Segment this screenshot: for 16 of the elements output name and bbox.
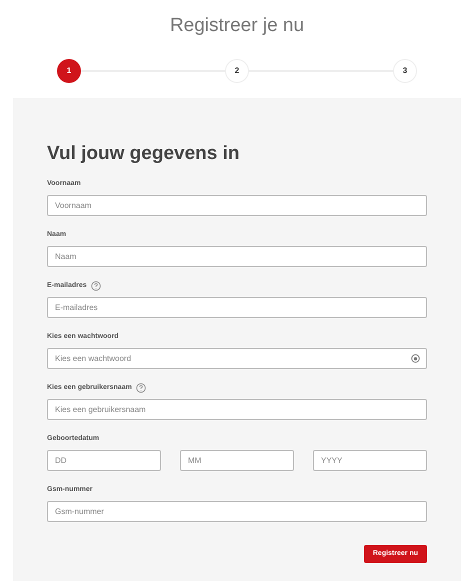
input-field[interactable]: MM — [180, 450, 294, 471]
step-indicator: 3 — [393, 58, 417, 82]
page-title: Registreer je nu — [170, 14, 304, 38]
input-field[interactable]: Kies een gebruikersnaam — [47, 399, 427, 420]
input-field[interactable]: Gsm-nummer — [47, 501, 427, 522]
help-icon[interactable] — [136, 383, 146, 393]
step-indicator: 1 — [57, 58, 81, 82]
form-heading: Vul jouw gegevens in — [47, 142, 240, 166]
input-field[interactable]: Voornaam — [47, 195, 427, 216]
input-field[interactable]: DD — [47, 450, 161, 471]
help-icon[interactable] — [90, 281, 101, 291]
input-field[interactable]: Naam — [47, 246, 427, 267]
password-field[interactable]: Kies een wachtwoord — [47, 348, 427, 369]
input-field[interactable]: YYYY — [313, 450, 427, 471]
input-field[interactable]: E-mailadres — [47, 297, 427, 318]
step-indicator: 2 — [225, 58, 249, 82]
